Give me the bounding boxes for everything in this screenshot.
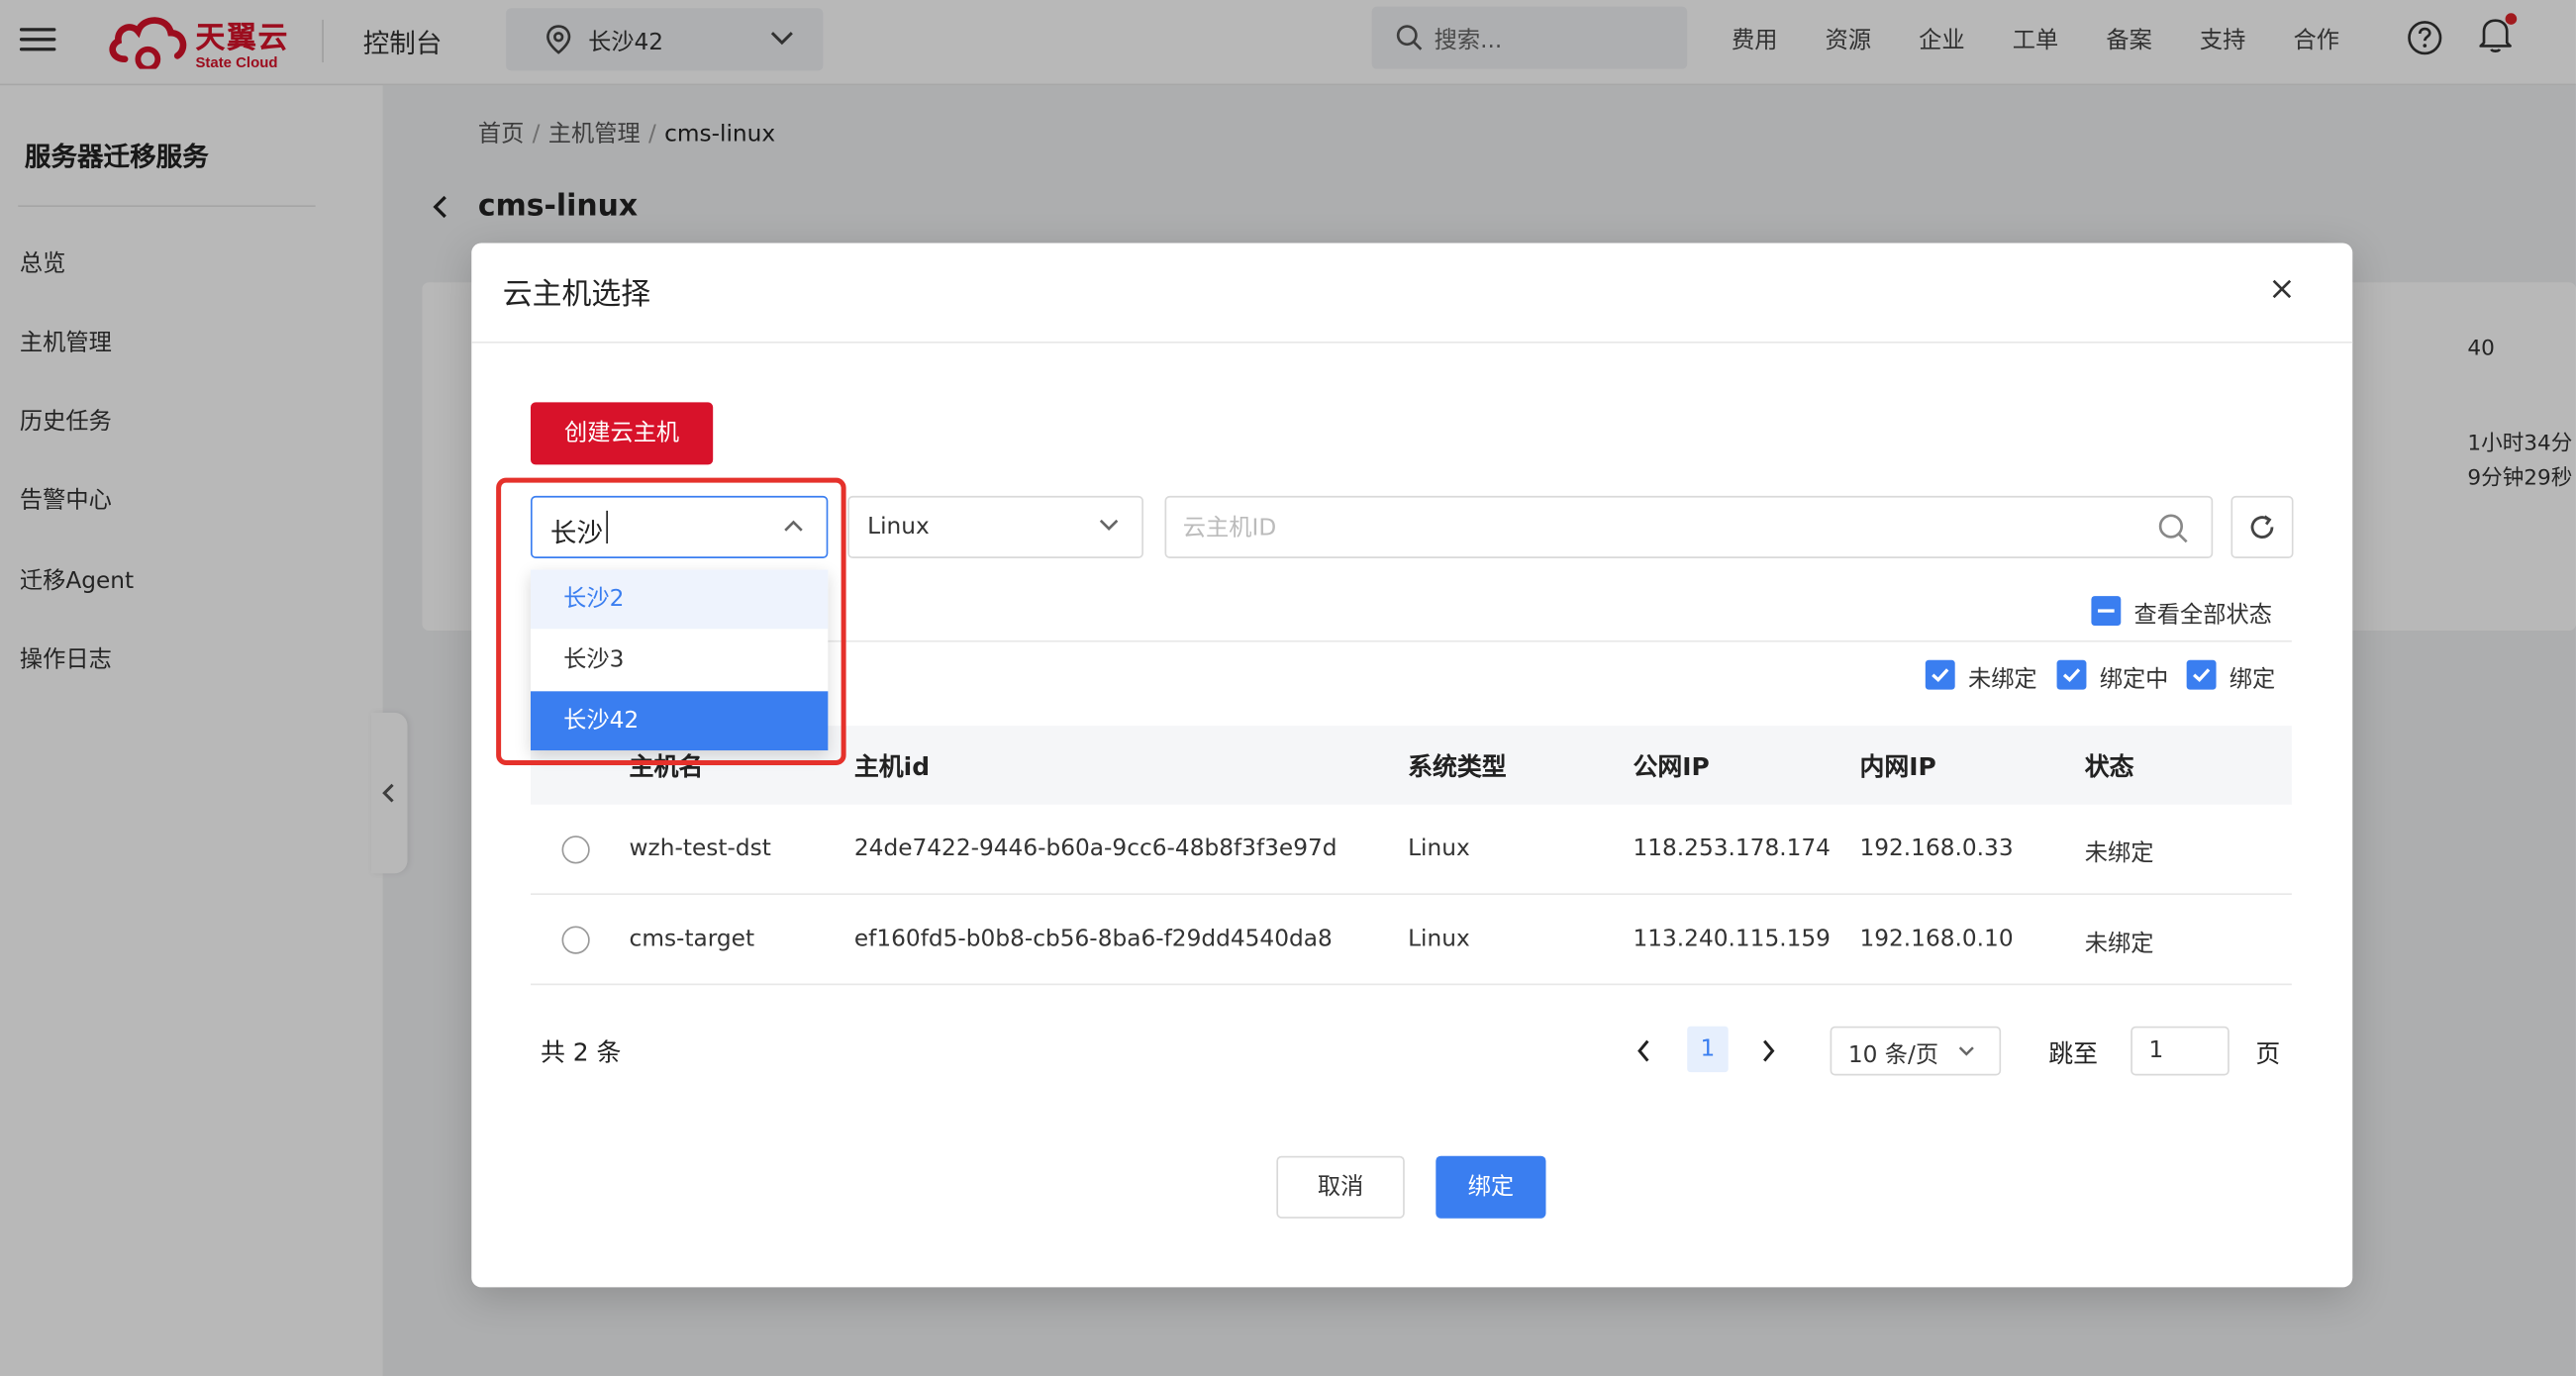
jump-to-label: 跳至	[2048, 1038, 2099, 1069]
os-type-value: Linux	[867, 514, 930, 541]
dropdown-option-changsha42[interactable]: 长沙42	[530, 691, 829, 751]
cell-host-id: 24de7422-9446-b60a-9cc6-48b8f3f3e97d	[853, 835, 1338, 862]
total-count: 共 2 条	[540, 1037, 622, 1068]
check-icon	[1932, 668, 1949, 683]
view-all-status-label: 查看全部状态	[2133, 602, 2272, 630]
cell-public-ip: 113.240.115.159	[1633, 926, 1831, 953]
refresh-icon	[2250, 515, 2274, 539]
table-row[interactable]: wzh-test-dst 24de7422-9446-b60a-9cc6-48b…	[530, 805, 2292, 895]
cancel-button[interactable]: 取消	[1276, 1155, 1405, 1219]
dialog-title: 云主机选择	[502, 277, 651, 313]
pagination-current-page[interactable]: 1	[1687, 1026, 1729, 1073]
row-radio[interactable]	[561, 926, 590, 954]
check-icon	[2193, 668, 2211, 683]
status-label-binding: 绑定中	[2099, 666, 2169, 693]
jump-page-input[interactable]: 1	[2130, 1026, 2229, 1076]
cell-status: 未绑定	[2084, 840, 2154, 867]
region-filter-select[interactable]: 长沙	[530, 495, 829, 558]
page-size-select[interactable]: 10 条/页	[1830, 1026, 2002, 1076]
status-label-bound: 绑定	[2229, 666, 2276, 693]
column-header-os-type: 系统类型	[1408, 751, 1507, 782]
dialog-divider	[471, 342, 2353, 344]
chevron-up-icon	[784, 520, 803, 532]
text-cursor	[606, 510, 608, 544]
cell-host-name: cms-target	[629, 926, 755, 953]
page-label: 页	[2255, 1038, 2281, 1069]
close-icon[interactable]	[2269, 276, 2296, 303]
status-label-unbound: 未绑定	[1967, 666, 2037, 693]
cell-os-type: Linux	[1408, 835, 1470, 862]
os-type-select[interactable]: Linux	[847, 495, 1143, 558]
cell-host-id: ef160fd5-b0b8-cb56-8ba6-f29dd4540da8	[853, 926, 1333, 953]
chevron-right-icon[interactable]	[1758, 1037, 1778, 1064]
status-checkbox-unbound[interactable]	[1925, 659, 1955, 690]
cell-os-type: Linux	[1408, 926, 1470, 953]
chevron-down-icon	[1958, 1046, 1974, 1056]
host-id-search[interactable]	[1164, 495, 2214, 558]
cell-status: 未绑定	[2084, 931, 2154, 958]
table-row[interactable]: cms-target ef160fd5-b0b8-cb56-8ba6-f29dd…	[530, 895, 2292, 986]
status-checkbox-binding[interactable]	[2056, 659, 2087, 690]
column-header-host-name: 主机名	[629, 751, 704, 782]
cell-private-ip: 192.168.0.10	[1859, 926, 2014, 953]
column-header-public-ip: 公网IP	[1633, 751, 1710, 782]
bind-button[interactable]: 绑定	[1436, 1155, 1546, 1219]
create-host-button[interactable]: 创建云主机	[530, 402, 714, 465]
refresh-button[interactable]	[2230, 495, 2294, 558]
region-filter-input-value: 长沙	[549, 517, 604, 549]
column-header-status: 状态	[2084, 751, 2134, 782]
chevron-down-icon	[1099, 519, 1119, 531]
host-id-search-input[interactable]	[1182, 510, 2120, 547]
dropdown-option-changsha2[interactable]: 长沙2	[530, 569, 829, 630]
cell-host-name: wzh-test-dst	[629, 835, 771, 862]
chevron-left-icon[interactable]	[1635, 1037, 1654, 1064]
row-radio[interactable]	[561, 835, 590, 864]
cell-public-ip: 118.253.178.174	[1633, 835, 1831, 862]
status-checkbox-bound[interactable]	[2186, 659, 2217, 690]
region-dropdown-menu: 长沙2 长沙3 长沙42	[530, 569, 829, 751]
page-size-value: 10 条/页	[1847, 1042, 1939, 1069]
check-icon	[2062, 668, 2081, 683]
cell-private-ip: 192.168.0.33	[1859, 835, 2014, 862]
jump-page-value: 1	[2148, 1037, 2164, 1064]
dropdown-option-changsha3[interactable]: 长沙3	[531, 631, 828, 690]
view-all-status-checkbox[interactable]	[2091, 596, 2122, 626]
column-header-private-ip: 内网IP	[1859, 751, 1936, 782]
search-icon[interactable]	[2157, 513, 2190, 545]
column-header-host-id: 主机id	[853, 751, 931, 782]
host-select-dialog: 云主机选择 创建云主机 长沙 Linux 云主机ID 查看全部状态 未绑定 绑定…	[471, 243, 2353, 1288]
